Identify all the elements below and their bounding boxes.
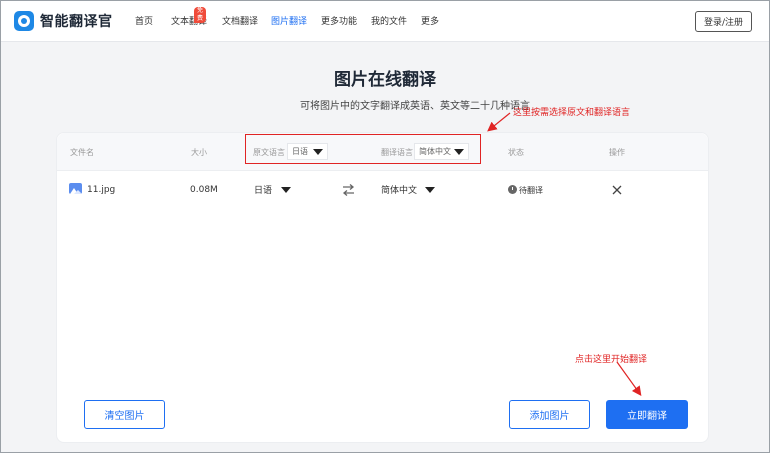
header-status: 状态 [508,148,524,157]
free-badge: 免费 [194,7,207,23]
source-lang-value: 日语 [292,147,308,156]
header-size: 大小 [191,148,207,157]
header-source-lang-label: 原文语言 [253,148,285,157]
row-source-lang-value: 日语 [254,186,273,196]
clock-icon [508,185,517,194]
clear-images-button[interactable]: 清空图片 [84,400,165,429]
row-status: 待翻译 [519,186,543,195]
add-image-button[interactable]: 添加图片 [509,400,590,429]
logo[interactable]: 智能翻译官 [14,11,113,31]
target-lang-select[interactable]: 简体中文 [414,143,469,160]
annotation-lang-note: 这里按需选择原文和翻译语言 [513,108,631,118]
page-title: 图片在线翻译 [334,70,436,90]
chevron-down-icon [425,186,436,193]
header-action: 操作 [609,148,625,157]
top-header: 智能翻译官 首页 文本翻译 免费 文档翻译 图片翻译 更多功能 我的文件 更多 … [1,1,769,42]
subtitle-text: 可将图片中的文字翻译成英语、英文等二十几种语言 [300,101,530,112]
login-button[interactable]: 登录/注册 [695,11,752,32]
header-filename: 文件名 [70,148,94,157]
nav-more-features[interactable]: 更多功能 [321,14,357,27]
app-name: 智能翻译官 [40,14,113,30]
nav-image-translate[interactable]: 图片翻译 [271,14,307,27]
swap-icon[interactable] [342,184,355,196]
row-source-lang-select[interactable]: 日语 [254,183,292,196]
row-target-lang-value: 简体中文 [381,186,418,196]
chevron-down-icon [281,186,292,193]
row-size: 0.08M [190,185,218,195]
annotation-start-note: 点击这里开始翻译 [575,355,648,365]
page-subtitle: 可将图片中的文字翻译成英语、英文等二十几种语言 [0,97,770,112]
nav-home[interactable]: 首页 [135,14,153,27]
image-file-icon [69,183,82,194]
chevron-down-icon [313,148,323,155]
source-lang-select[interactable]: 日语 [287,143,328,160]
row-target-lang-select[interactable]: 简体中文 [381,183,436,196]
nav-more[interactable]: 更多 [421,14,439,27]
row-filename: 11.jpg [87,185,116,195]
nav-doc-translate[interactable]: 文档翻译 [222,14,258,27]
target-lang-value: 简体中文 [419,147,451,156]
nav-my-files[interactable]: 我的文件 [371,14,407,27]
translate-now-button[interactable]: 立即翻译 [606,400,688,429]
header-target-lang-label: 翻译语言 [381,148,413,157]
file-list-card: 文件名 大小 原文语言 日语 翻译语言 简体中文 状态 操作 [56,132,709,443]
arrow-to-lang-box [487,112,511,132]
chevron-down-icon [454,148,464,155]
table-header: 文件名 大小 原文语言 日语 翻译语言 简体中文 状态 操作 [57,133,708,171]
app-logo-icon [14,11,34,31]
close-icon[interactable] [612,185,622,195]
